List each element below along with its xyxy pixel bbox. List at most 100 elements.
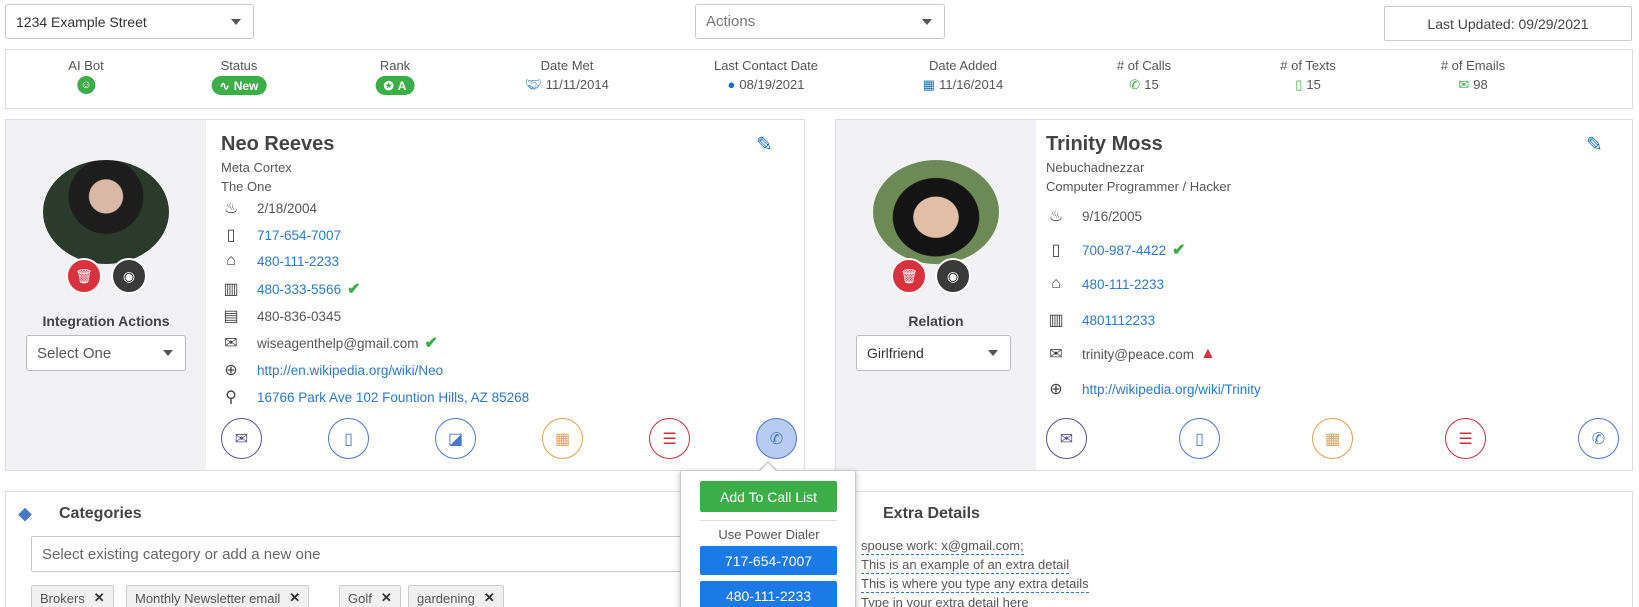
stat-label: Rank: [379, 58, 411, 73]
rank-badge[interactable]: ✪ A: [375, 76, 415, 95]
email-row: ✉ trinity@peace.com ▲: [1046, 344, 1216, 364]
category-tag: Monthly Newsletter email ✕: [126, 585, 310, 607]
category-tag: Brokers ✕: [31, 585, 114, 607]
add-to-call-list-button[interactable]: Add To Call List: [700, 481, 837, 512]
relation-select[interactable]: Girlfriend: [856, 335, 1011, 371]
status-badge[interactable]: ∿ New: [211, 76, 267, 95]
chevron-down-icon: [163, 350, 173, 356]
home-phone-link[interactable]: 480-111-2233: [1082, 277, 1164, 292]
call-popover: Add To Call List Use Power Dialer 717-65…: [680, 470, 856, 607]
remove-tag-icon[interactable]: ✕: [484, 590, 495, 606]
contact-name: Trinity Moss: [1046, 133, 1163, 155]
stat-label: Status: [220, 58, 258, 73]
sticky-note-icon: ◪: [447, 430, 464, 448]
extra-detail-line[interactable]: This is an example of an extra detail: [861, 557, 1070, 574]
stat-label: # of Emails: [1440, 58, 1506, 73]
email-action-button[interactable]: ✉: [221, 418, 262, 459]
envelope-icon: ✉: [1059, 430, 1074, 448]
dial-number-button[interactable]: 480-111-2233: [700, 581, 837, 607]
extra-details-title: Extra Details: [883, 505, 980, 522]
office-phone-row: ▥ 480-333-5566 ✔: [221, 279, 360, 299]
calendar-action-button[interactable]: ▦: [542, 418, 583, 459]
phone-icon: ✆: [1591, 430, 1606, 448]
tags-icon: ⬥: [18, 503, 32, 525]
extra-detail-line[interactable]: Type in your extra detail here: [861, 595, 1029, 607]
tasks-action-button[interactable]: ☰: [649, 418, 690, 459]
heartbeat-icon: ∿: [219, 78, 230, 93]
phone-icon: ✆: [769, 430, 784, 448]
integration-actions-label: Integration Actions: [42, 313, 170, 329]
call-action-button[interactable]: ✆: [756, 418, 797, 459]
stat-calls: # of Calls ✆ 15: [1116, 58, 1172, 92]
text-action-button[interactable]: ▯: [328, 418, 369, 459]
stat-texts: # of Texts ▯ 15: [1280, 58, 1336, 92]
stat-ai-bot[interactable]: AI Bot ☺: [68, 58, 104, 94]
mobile-link[interactable]: 700-987-4422: [1082, 243, 1166, 258]
actions-select-value: Actions: [706, 13, 756, 30]
pencil-icon: ✎: [1586, 134, 1603, 156]
office-phone-link[interactable]: 4801112233: [1082, 313, 1155, 328]
address-select[interactable]: 1234 Example Street: [5, 4, 254, 39]
upload-photo-button[interactable]: ◉: [111, 258, 147, 294]
note-action-button[interactable]: ◪: [435, 418, 476, 459]
categories-title: Categories: [59, 505, 142, 522]
calendar-icon: ▦: [554, 430, 571, 448]
delete-photo-button[interactable]: 🗑︎: [891, 258, 927, 294]
home-phone-link[interactable]: 480-111-2233: [257, 254, 339, 269]
website-link[interactable]: http://wikipedia.org/wiki/Trinity: [1082, 382, 1261, 397]
remove-tag-icon[interactable]: ✕: [94, 590, 105, 606]
edit-spouse-button[interactable]: ✎: [1586, 132, 1603, 157]
category-input[interactable]: Select existing category or add a new on…: [31, 536, 691, 572]
birthday-row: ♨ 2/18/2004: [221, 198, 317, 218]
divider: [700, 520, 837, 521]
cake-icon: ♨: [223, 200, 239, 217]
chevron-down-icon: [231, 18, 241, 25]
robot-icon: ☺: [76, 76, 95, 94]
stat-rank[interactable]: Rank ✪ A: [375, 58, 415, 95]
calendar-icon: ▦: [1324, 430, 1341, 448]
handshake-icon: 🤝︎: [525, 77, 542, 92]
map-marker-icon: ⚲: [225, 389, 237, 406]
tasks-action-button[interactable]: ☰: [1445, 418, 1486, 459]
stats-bar: AI Bot ☺ Status ∿ New Rank ✪ A Date Met 🤝︎…: [5, 49, 1633, 109]
edit-contact-button[interactable]: ✎: [756, 132, 773, 157]
website-link[interactable]: http://en.wikipedia.org/wiki/Neo: [257, 363, 443, 378]
calendar-icon: ▦: [922, 77, 936, 92]
home-icon: ⌂: [1051, 275, 1061, 292]
home-phone-row: ⌂ 480-111-2233: [221, 252, 339, 270]
list-icon: ☰: [662, 430, 677, 448]
address-row: ⚲ 16766 Park Ave 102 Fountion Hills, AZ 8…: [221, 387, 529, 407]
address-link[interactable]: 16766 Park Ave 102 Fountion Hills, AZ 85…: [257, 390, 529, 405]
integration-actions-select[interactable]: Select One: [26, 335, 186, 371]
contact-title: The One: [221, 179, 272, 194]
delete-photo-button[interactable]: 🗑︎: [66, 258, 102, 294]
building-icon: ▥: [223, 281, 239, 298]
call-action-button[interactable]: ✆: [1578, 418, 1619, 459]
remove-tag-icon[interactable]: ✕: [381, 590, 392, 606]
calendar-action-button[interactable]: ▦: [1312, 418, 1353, 459]
actions-select[interactable]: Actions: [695, 4, 945, 39]
text-action-button[interactable]: ▯: [1179, 418, 1220, 459]
contact-name: Neo Reeves: [221, 133, 335, 155]
warning-icon: ▲: [1200, 345, 1216, 362]
email-action-button[interactable]: ✉: [1046, 418, 1087, 459]
home-icon: ⌂: [226, 252, 236, 269]
chevron-down-icon: [988, 350, 998, 356]
envelope-icon: ✉: [234, 430, 249, 448]
extra-detail-line[interactable]: This is where you type any extra details: [861, 576, 1089, 593]
remove-tag-icon[interactable]: ✕: [289, 590, 300, 606]
stat-date-met: Date Met 🤝︎ 11/11/2014: [525, 58, 609, 92]
mobile-link[interactable]: 717-654-7007: [257, 228, 341, 243]
extra-detail-line[interactable]: spouse work: x@gmail.com;: [861, 538, 1024, 555]
upload-photo-button[interactable]: ◉: [935, 258, 971, 294]
medal-icon: ✪: [383, 78, 394, 93]
office-phone-link[interactable]: 480-333-5566: [257, 282, 341, 297]
stat-status[interactable]: Status ∿ New: [211, 58, 267, 95]
stat-label: # of Texts: [1280, 58, 1336, 73]
mobile-icon: ▯: [344, 430, 353, 448]
email-row: ✉ wiseagenthelp@gmail.com ✔: [221, 333, 438, 353]
stat-label: # of Calls: [1116, 58, 1172, 73]
contact-title: Computer Programmer / Hacker: [1046, 179, 1231, 194]
extra-details-section: Extra Details spouse work: x@gmail.com; …: [828, 491, 1633, 607]
dial-number-button[interactable]: 717-654-7007: [700, 546, 837, 575]
